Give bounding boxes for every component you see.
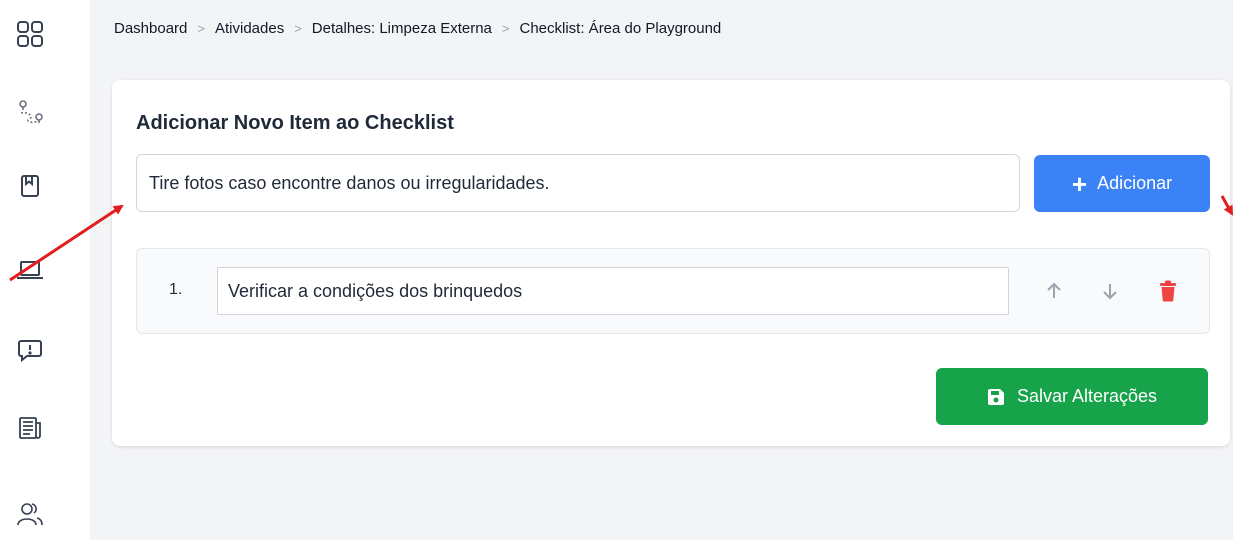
breadcrumb: Dashboard > Atividades > Detalhes: Limpe… [114,20,721,37]
main-content: Dashboard > Atividades > Detalhes: Limpe… [90,0,1233,540]
alert-chat-icon[interactable] [10,330,50,370]
save-changes-button[interactable]: Salvar Alterações [936,368,1208,425]
plus-icon: + [1071,168,1088,199]
breadcrumb-separator: > [501,21,510,36]
floppy-disk-icon [987,388,1004,405]
checklist-items: 1. [136,248,1210,334]
move-down-icon[interactable] [1097,277,1123,305]
trash-icon[interactable] [1155,277,1181,305]
route-map-icon[interactable] [10,92,50,132]
card-title: Adicionar Novo Item ao Checklist [136,112,454,134]
newspaper-icon[interactable] [10,408,50,448]
breadcrumb-dashboard[interactable]: Dashboard [114,20,187,37]
new-item-input[interactable] [136,154,1020,212]
checklist-card: Adicionar Novo Item ao Checklist + Adici… [112,80,1230,446]
sidebar [0,0,90,540]
add-item-button[interactable]: + Adicionar [1034,155,1210,212]
laptop-icon[interactable] [10,250,50,290]
breadcrumb-atividades[interactable]: Atividades [215,20,284,37]
breadcrumb-separator: > [197,21,205,36]
breadcrumb-checklist: Checklist: Área do Playground [519,20,722,37]
save-button-label: Salvar Alterações [1016,386,1158,406]
apps-grid-icon[interactable] [10,14,50,54]
breadcrumb-separator: > [294,21,302,36]
move-up-icon[interactable] [1041,277,1067,305]
bookmark-icon[interactable] [10,166,50,206]
item-index: 1. [169,281,183,298]
users-icon[interactable] [10,494,50,534]
add-button-label: Adicionar [1097,173,1173,193]
breadcrumb-detalhes[interactable]: Detalhes: Limpeza Externa [312,20,492,37]
item-text-input[interactable] [217,267,1009,315]
